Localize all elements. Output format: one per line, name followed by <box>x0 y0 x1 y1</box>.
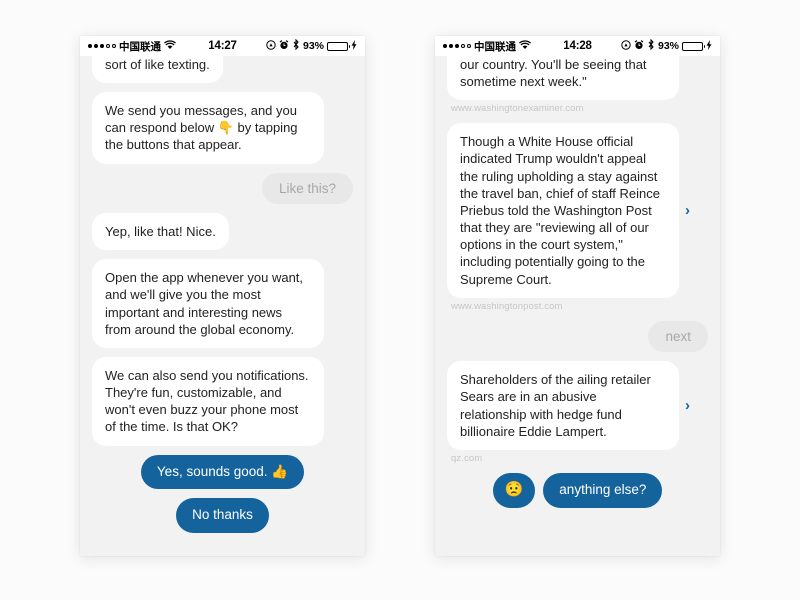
status-bar-right-group: 93% <box>237 38 357 53</box>
battery-icon <box>682 41 706 51</box>
message-row: Open the app whenever you want, and we'l… <box>92 259 353 348</box>
message-row: our country. You'll be seeing that somet… <box>447 56 708 101</box>
wifi-icon <box>519 40 531 53</box>
carrier-name: 中国联通 <box>474 40 516 53</box>
message-bubble-incoming[interactable]: Yep, like that! Nice. <box>92 213 229 251</box>
chat-bottom-spacer <box>92 542 353 556</box>
status-bar-time: 14:27 <box>208 40 237 52</box>
left-chat-thread[interactable]: sort of like texting. We send you messag… <box>80 56 365 556</box>
bluetooth-icon <box>292 38 300 53</box>
signal-dot-empty <box>106 44 110 48</box>
signal-dot <box>455 44 459 48</box>
article-source-url: www.washingtonpost.com <box>451 300 563 312</box>
quick-reply-button-row: No thanks <box>92 498 353 534</box>
message-bubble-outgoing-pending[interactable]: Like this? <box>261 172 353 205</box>
screenshot-stage: 中国联通 14:27 93% sort of like texting. We … <box>0 0 800 600</box>
message-row: Yep, like that! Nice. <box>92 213 353 251</box>
signal-dot-empty <box>461 44 465 48</box>
message-row: next <box>447 320 708 353</box>
article-source-url: qz.com <box>451 452 483 464</box>
reply-anything-else[interactable]: anything else? <box>543 472 663 508</box>
battery-percent-label: 93% <box>658 40 680 52</box>
message-row: Like this? <box>92 172 353 205</box>
rotation-lock-icon <box>266 39 276 53</box>
signal-dot-empty <box>112 44 116 48</box>
status-bar-right-group: 93% <box>592 38 712 53</box>
message-bubble-incoming[interactable]: Open the app whenever you want, and we'l… <box>92 259 324 348</box>
right-chat-thread[interactable]: our country. You'll be seeing that somet… <box>435 56 720 556</box>
article-message-group: Shareholders of the ailing retailer Sear… <box>447 361 708 464</box>
alarm-clock-icon <box>634 39 644 53</box>
message-row: We can also send you notifications. They… <box>92 356 353 446</box>
status-bar-time: 14:28 <box>563 40 592 52</box>
article-message-group: Though a White House official indicated … <box>447 123 708 312</box>
left-phone: 中国联通 14:27 93% sort of like texting. We … <box>80 36 365 556</box>
bluetooth-icon <box>647 38 655 53</box>
signal-strength-dots <box>443 44 471 48</box>
quick-reply-button-row: 😟 anything else? <box>447 472 708 508</box>
wifi-icon <box>164 40 176 53</box>
charging-bolt-icon <box>351 39 357 53</box>
signal-dot-empty <box>467 44 471 48</box>
message-bubble-article[interactable]: Shareholders of the ailing retailer Sear… <box>447 361 679 450</box>
message-row: Though a White House official indicated … <box>447 123 708 298</box>
message-bubble-incoming[interactable]: We send you messages, and you can respon… <box>92 92 324 164</box>
carrier-name: 中国联通 <box>119 40 161 53</box>
battery-icon <box>327 41 351 51</box>
chat-bottom-spacer <box>447 517 708 556</box>
message-row: sort of like texting. <box>92 56 353 84</box>
signal-dot <box>94 44 98 48</box>
status-bar-left-group: 中国联通 <box>443 39 563 54</box>
reply-no-thanks[interactable]: No thanks <box>176 498 269 534</box>
message-bubble-incoming[interactable]: We can also send you notifications. They… <box>92 356 324 446</box>
right-status-bar: 中国联通 14:28 93% <box>435 36 720 56</box>
charging-bolt-icon <box>706 39 712 53</box>
right-phone: 中国联通 14:28 93% our country. You'll be se… <box>435 36 720 556</box>
message-bubble-incoming-clipped[interactable]: sort of like texting. <box>92 56 223 84</box>
message-row: Shareholders of the ailing retailer Sear… <box>447 361 708 450</box>
signal-dot <box>449 44 453 48</box>
message-bubble-article[interactable]: Though a White House official indicated … <box>447 123 679 298</box>
message-bubble-incoming-clipped[interactable]: our country. You'll be seeing that somet… <box>447 56 679 101</box>
signal-strength-dots <box>88 44 116 48</box>
signal-dot <box>443 44 447 48</box>
chevron-right-icon[interactable]: › <box>685 203 690 218</box>
signal-dot <box>88 44 92 48</box>
reply-yes-sounds-good[interactable]: Yes, sounds good. 👍 <box>140 454 305 490</box>
article-message-group: our country. You'll be seeing that somet… <box>447 56 708 114</box>
reply-worried-emoji[interactable]: 😟 <box>492 472 536 508</box>
battery-percent-label: 93% <box>303 40 325 52</box>
message-bubble-outgoing-pending[interactable]: next <box>648 320 708 353</box>
article-source-url: www.washingtonexaminer.com <box>451 103 584 115</box>
message-row: We send you messages, and you can respon… <box>92 92 353 164</box>
status-bar-left-group: 中国联通 <box>88 39 208 54</box>
quick-reply-button-row: Yes, sounds good. 👍 <box>92 454 353 490</box>
signal-dot <box>100 44 104 48</box>
left-status-bar: 中国联通 14:27 93% <box>80 36 365 56</box>
alarm-clock-icon <box>279 39 289 53</box>
chevron-right-icon[interactable]: › <box>685 398 690 413</box>
rotation-lock-icon <box>621 39 631 53</box>
